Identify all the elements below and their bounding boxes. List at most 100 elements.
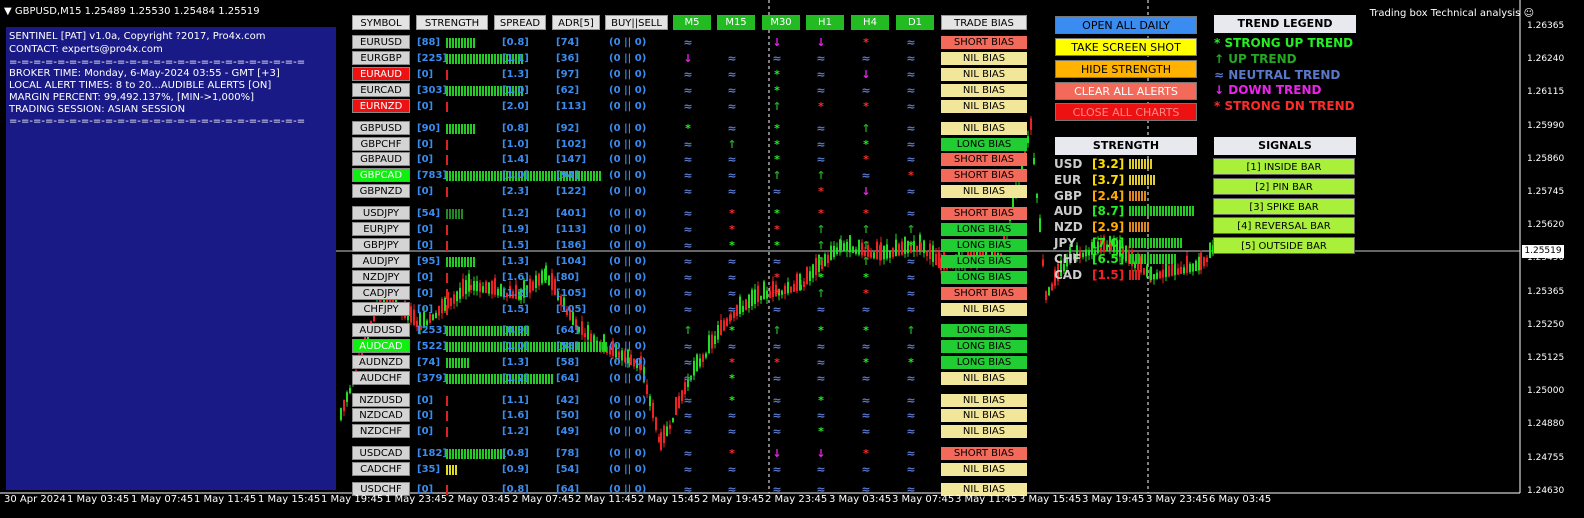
trade-bias-badge[interactable]: SHORT BIAS: [941, 447, 1027, 460]
trade-bias-badge[interactable]: NIL BIAS: [941, 84, 1027, 97]
trade-bias-badge[interactable]: SHORT BIAS: [941, 36, 1027, 49]
header-h4[interactable]: H4: [851, 15, 889, 30]
strength-bar: [1168, 253, 1170, 264]
menu-triangle-icon[interactable]: ▼: [4, 6, 12, 17]
symbol-button[interactable]: GBPCAD: [352, 168, 410, 182]
trend-m30-icon: ≈: [772, 463, 782, 476]
trade-bias-badge[interactable]: LONG BIAS: [941, 138, 1027, 151]
trend-m30-icon: *: [774, 356, 780, 369]
header-buysell[interactable]: BUY||SELL: [605, 15, 668, 30]
header-symbol[interactable]: SYMBOL: [352, 15, 410, 30]
trend-m30-icon: ↓: [772, 447, 782, 460]
symbol-button[interactable]: NZDCHF: [352, 424, 410, 438]
symbol-button[interactable]: EURAUD: [352, 67, 410, 81]
symbol-button[interactable]: NZDJPY: [352, 270, 410, 284]
symbol-button[interactable]: CADJPY: [352, 286, 410, 300]
trade-bias-badge[interactable]: SHORT BIAS: [941, 153, 1027, 166]
symbol-button[interactable]: USDCAD: [352, 446, 410, 460]
trade-bias-badge[interactable]: NIL BIAS: [941, 52, 1027, 65]
trade-bias-badge[interactable]: SHORT BIAS: [941, 207, 1027, 220]
header-strength[interactable]: STRENGTH: [416, 15, 488, 30]
header-d1[interactable]: D1: [896, 15, 934, 30]
trade-bias-badge[interactable]: NIL BIAS: [941, 463, 1027, 476]
close-all-charts-button[interactable]: CLOSE ALL CHARTS: [1055, 103, 1197, 121]
symbol-button[interactable]: USDJPY: [352, 206, 410, 220]
trade-bias-badge[interactable]: LONG BIAS: [941, 255, 1027, 268]
strength-bar: [482, 342, 484, 352]
symbol-button[interactable]: EURUSD: [352, 35, 410, 49]
trade-bias-badge[interactable]: LONG BIAS: [941, 340, 1027, 353]
symbol-button[interactable]: AUDNZD: [352, 355, 410, 369]
trade-bias-badge[interactable]: NIL BIAS: [941, 425, 1027, 438]
symbol-button[interactable]: EURCAD: [352, 83, 410, 97]
header-h1[interactable]: H1: [806, 15, 844, 30]
header-m30[interactable]: M30: [762, 15, 800, 30]
strength-bar: [446, 305, 448, 315]
legend-symbol-icon: ↑: [1214, 51, 1229, 66]
clear-all-alerts-button[interactable]: CLEAR ALL ALERTS: [1055, 82, 1197, 100]
trade-bias-badge[interactable]: LONG BIAS: [941, 324, 1027, 337]
header-adr[interactable]: ADR[5]: [552, 15, 600, 30]
symbol-button[interactable]: GBPUSD: [352, 121, 410, 135]
take-screen-shot-button[interactable]: TAKE SCREEN SHOT: [1055, 38, 1197, 56]
strength-value: [0]: [417, 288, 434, 299]
symbol-button[interactable]: AUDCAD: [352, 339, 410, 353]
symbol-button[interactable]: GBPAUD: [352, 152, 410, 166]
header-spread[interactable]: SPREAD: [494, 15, 546, 30]
header-trade-bias[interactable]: TRADE BIAS: [941, 15, 1027, 30]
symbol-button[interactable]: AUDCHF: [352, 371, 410, 385]
trade-bias-badge[interactable]: NIL BIAS: [941, 68, 1027, 81]
trade-bias-badge[interactable]: NIL BIAS: [941, 394, 1027, 407]
symbol-button[interactable]: NZDCAD: [352, 408, 410, 422]
trade-bias-badge[interactable]: NIL BIAS: [941, 185, 1027, 198]
trade-bias-badge[interactable]: NIL BIAS: [941, 122, 1027, 135]
symbol-button[interactable]: EURGBP: [352, 51, 410, 65]
trade-bias-badge[interactable]: LONG BIAS: [941, 239, 1027, 252]
symbol-button[interactable]: EURJPY: [352, 222, 410, 236]
strength-bar: [482, 54, 484, 64]
symbol-button[interactable]: AUDJPY: [352, 254, 410, 268]
trade-bias-badge[interactable]: LONG BIAS: [941, 356, 1027, 369]
symbol-button[interactable]: NZDUSD: [352, 393, 410, 407]
trade-bias-badge[interactable]: SHORT BIAS: [941, 287, 1027, 300]
strength-bar: [452, 257, 454, 267]
signal-button[interactable]: [4] REVERSAL BAR: [1213, 217, 1355, 235]
symbol-button[interactable]: GBPJPY: [352, 238, 410, 252]
trend-d1-icon: ≈: [906, 303, 916, 316]
strength-bar: [452, 465, 454, 475]
trade-bias-badge[interactable]: NIL BIAS: [941, 303, 1027, 316]
buy-sell-value: (0 || 0): [609, 304, 647, 315]
trend-d1-icon: ≈: [906, 271, 916, 284]
symbol-button[interactable]: CADCHF: [352, 462, 410, 476]
symbol-button[interactable]: EURNZD: [352, 99, 410, 113]
hide-strength-button[interactable]: HIDE STRENGTH: [1055, 60, 1197, 78]
trade-bias-badge[interactable]: NIL BIAS: [941, 409, 1027, 422]
symbol-button[interactable]: GBPNZD: [352, 184, 410, 198]
signal-button[interactable]: [1] INSIDE BAR: [1213, 158, 1355, 175]
trend-m15-icon: ≈: [727, 463, 737, 476]
symbol-button[interactable]: CHFJPY: [352, 302, 410, 316]
corner-label: Trading box Technical analysis ☺: [1369, 8, 1534, 19]
strength-bar: [1132, 206, 1134, 217]
symbol-button[interactable]: AUDUSD: [352, 323, 410, 337]
trend-h1-icon: ≈: [816, 463, 826, 476]
buy-sell-value: (0 || 0): [609, 325, 647, 336]
trade-bias-badge[interactable]: LONG BIAS: [941, 223, 1027, 236]
signal-button[interactable]: [3] SPIKE BAR: [1213, 197, 1355, 215]
symbol-button[interactable]: GBPCHF: [352, 137, 410, 151]
open-all-daily-button[interactable]: OPEN ALL DAILY: [1055, 16, 1197, 34]
spread-value: [1.2]: [502, 288, 529, 299]
strength-value: [0]: [417, 69, 434, 80]
strength-bar: [446, 209, 448, 219]
trade-bias-badge[interactable]: NIL BIAS: [941, 372, 1027, 385]
trade-bias-badge[interactable]: SHORT BIAS: [941, 169, 1027, 182]
trend-h4-icon: ≈: [861, 340, 871, 353]
trade-bias-badge[interactable]: LONG BIAS: [941, 271, 1027, 284]
signal-button[interactable]: [5] OUTSIDE BAR: [1213, 237, 1355, 255]
header-m15[interactable]: M15: [717, 15, 755, 30]
signal-button[interactable]: [2] PIN BAR: [1213, 177, 1355, 195]
candle-body: [1206, 257, 1208, 262]
trend-m30-icon: ≈: [772, 52, 782, 65]
trade-bias-badge[interactable]: NIL BIAS: [941, 100, 1027, 113]
header-m5[interactable]: M5: [673, 15, 711, 30]
